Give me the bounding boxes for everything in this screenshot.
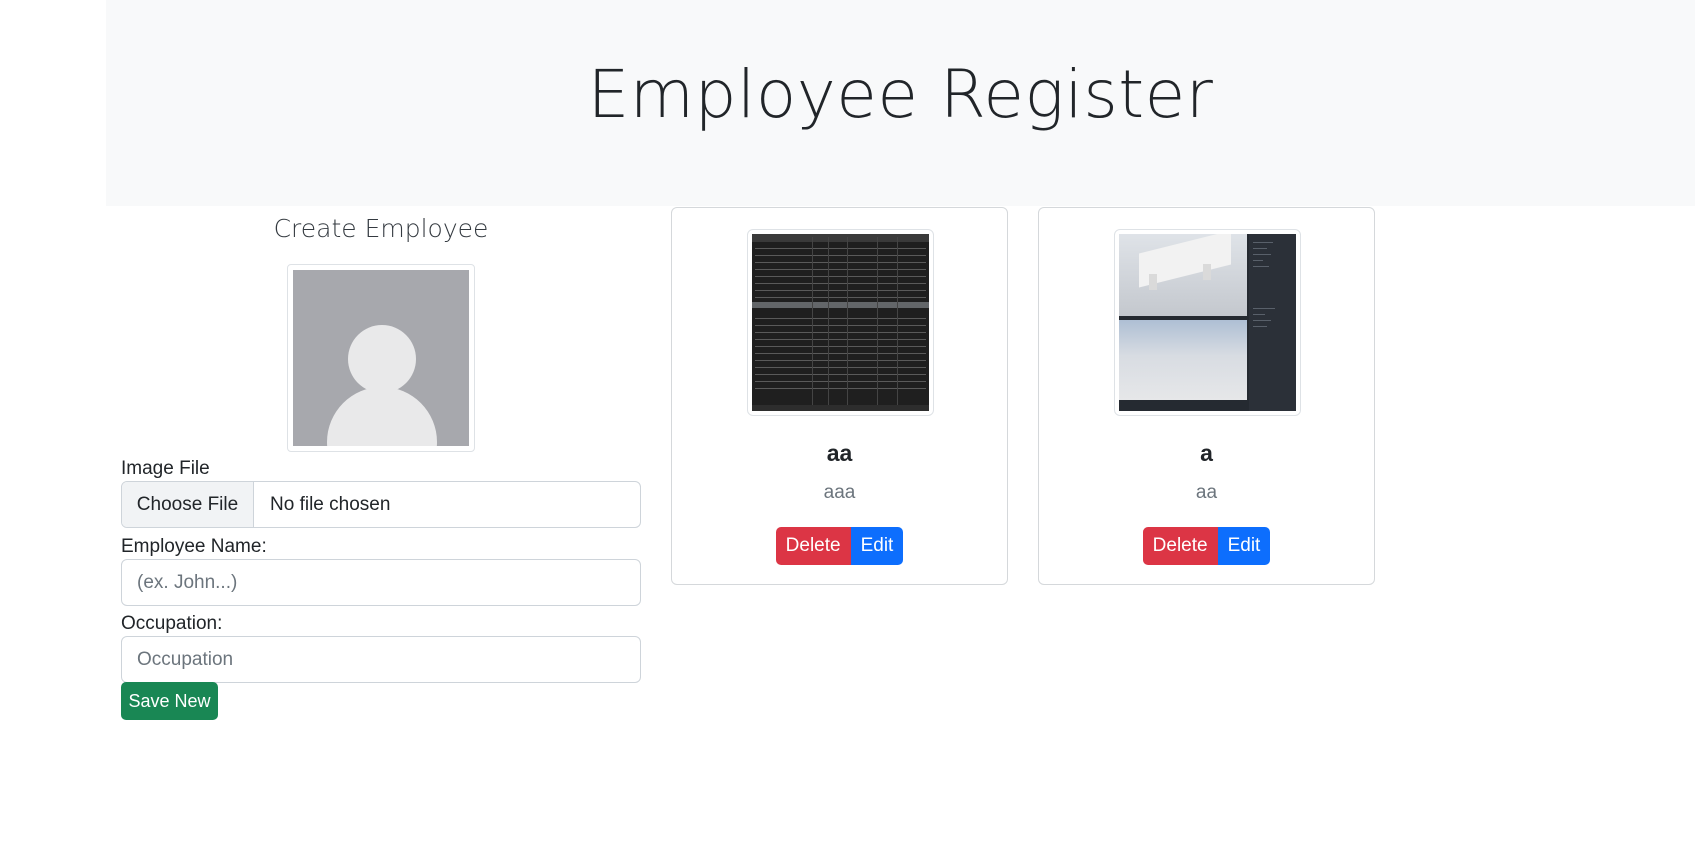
edit-button[interactable]: Edit <box>850 527 904 565</box>
employee-photo-thumbnail <box>752 234 929 411</box>
avatar-preview <box>287 264 475 452</box>
employee-name-label: Employee Name: <box>121 536 267 557</box>
header-jumbotron: Employee Register <box>106 0 1695 206</box>
employee-name: aa <box>826 440 853 466</box>
employee-card: a aa Delete Edit <box>1038 207 1375 585</box>
image-file-input[interactable]: Choose File No file chosen <box>121 481 641 528</box>
employee-occupation: aa <box>1195 482 1218 503</box>
form-title: Create Employee <box>273 214 489 243</box>
employee-occupation: aaa <box>823 482 856 503</box>
save-new-button[interactable]: Save New <box>121 682 218 720</box>
employee-name-input[interactable] <box>121 559 641 606</box>
edit-button[interactable]: Edit <box>1217 527 1271 565</box>
employee-name: a <box>1200 440 1213 466</box>
occupation-input[interactable] <box>121 636 641 683</box>
image-file-label: Image File <box>121 458 210 479</box>
employee-image[interactable] <box>747 229 934 416</box>
card-actions: Delete Edit <box>672 527 1007 565</box>
employee-card: aa aaa Delete Edit <box>671 207 1008 585</box>
employee-image[interactable] <box>1114 229 1301 416</box>
file-status-text: No file chosen <box>270 493 391 515</box>
card-actions: Delete Edit <box>1039 527 1374 565</box>
avatar-placeholder-icon <box>293 270 469 446</box>
delete-button[interactable]: Delete <box>775 527 851 565</box>
page-title: Employee Register <box>587 56 1214 133</box>
choose-file-button[interactable]: Choose File <box>122 482 254 527</box>
occupation-label: Occupation: <box>121 613 223 634</box>
employee-photo-thumbnail <box>1119 234 1296 411</box>
delete-button[interactable]: Delete <box>1142 527 1218 565</box>
